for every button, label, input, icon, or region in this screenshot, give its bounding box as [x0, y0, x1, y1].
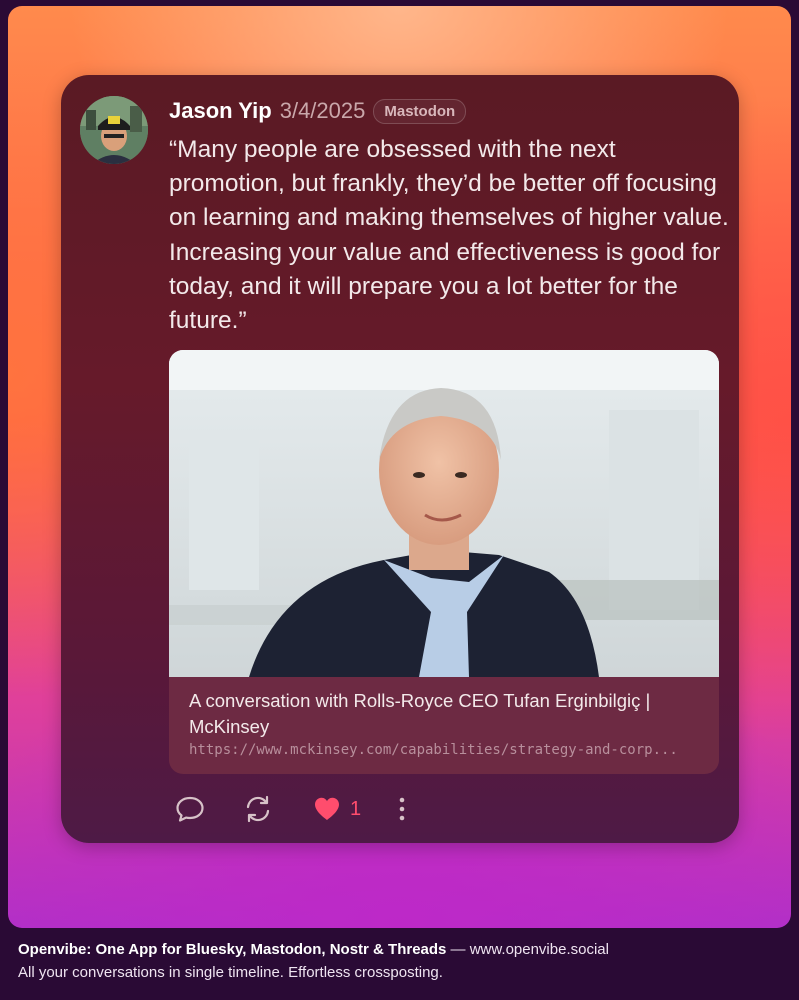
- more-options-button[interactable]: [392, 790, 412, 828]
- footer-tagline-rest[interactable]: — www.openvibe.social: [446, 941, 609, 958]
- promo-footer: Openvibe: One App for Bluesky, Mastodon,…: [18, 938, 788, 984]
- reply-button[interactable]: [174, 790, 206, 828]
- link-url[interactable]: https://www.mckinsey.com/capabilities/st…: [189, 742, 704, 758]
- footer-tagline: Openvibe: One App for Bluesky, Mastodon,…: [18, 938, 788, 961]
- avatar-photo: [80, 96, 148, 164]
- heart-icon: [315, 797, 339, 820]
- platform-badge: Mastodon: [373, 98, 467, 124]
- repost-button[interactable]: [242, 790, 274, 828]
- link-title[interactable]: A conversation with Rolls-Royce CEO Tufa…: [189, 688, 704, 740]
- footer-tagline-bold: Openvibe: One App for Bluesky, Mastodon,…: [18, 941, 447, 958]
- speech-bubble-icon: [176, 796, 204, 822]
- avatar[interactable]: [80, 96, 148, 164]
- like-button[interactable]: 1: [312, 790, 361, 828]
- like-count: 1: [350, 797, 362, 820]
- footer-subline: All your conversations in single timelin…: [18, 964, 443, 981]
- link-preview-image: [169, 350, 719, 677]
- post-date[interactable]: 3/4/2025: [280, 98, 366, 124]
- repost-icon: [246, 795, 270, 823]
- link-preview-card[interactable]: A conversation with Rolls-Royce CEO Tufa…: [169, 350, 719, 774]
- post-actions: 1: [170, 790, 430, 828]
- author-name[interactable]: Jason Yip: [169, 98, 272, 124]
- more-vertical-icon: [399, 797, 405, 821]
- post-header: Jason Yip 3/4/2025 Mastodon: [169, 96, 467, 126]
- post-text: “Many people are obsessed with the next …: [169, 136, 729, 335]
